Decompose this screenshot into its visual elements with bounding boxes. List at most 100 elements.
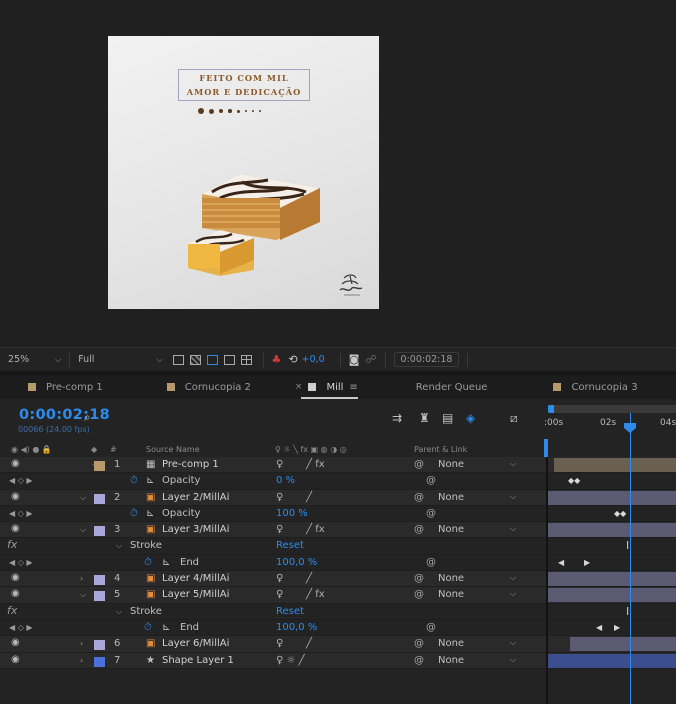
switches-header-icons[interactable]: ♀ ☼ ╲ fx ▣ ◍ ◑ ◎ <box>275 445 347 454</box>
layer-row[interactable]: ◉ ⌵ 2 ▣ Layer 2/MillAi ♀ ╱ @ None ⌵ <box>0 489 676 506</box>
chevron-down-icon[interactable]: ⌵ <box>80 493 86 503</box>
chevron-down-icon[interactable]: ⌵ <box>116 607 122 617</box>
chevron-right-icon[interactable]: › <box>80 656 83 665</box>
shy-switch-icon[interactable]: ♀ ☼ ╱ <box>276 655 305 666</box>
pick-whip-icon[interactable]: @ <box>414 492 424 503</box>
layer-name[interactable]: Shape Layer 1 <box>162 655 234 666</box>
property-value[interactable]: 100,0 % <box>276 557 317 568</box>
pick-whip-icon[interactable]: @ <box>414 638 424 649</box>
layer-row[interactable]: ◉ › 4 ▣ Layer 4/MillAi ♀ ╱ @ None ⌵ <box>0 571 676 588</box>
show-snapshot-icon[interactable]: ☍ <box>365 353 376 366</box>
property-row[interactable]: ◀ ◇ ▶ ⏱ ⊾ Opacity 0 % @ ◆◆ <box>0 473 676 490</box>
label-color-swatch[interactable] <box>94 461 105 471</box>
eye-icon[interactable]: ◉ <box>11 637 20 648</box>
snapshot-icon[interactable]: ◙ <box>349 353 360 366</box>
pick-whip-icon[interactable]: @ <box>426 557 436 568</box>
layer-track[interactable] <box>548 522 676 538</box>
chevron-down-icon[interactable]: ⌵ <box>80 590 86 600</box>
draft-3d-icon[interactable]: ♜ <box>419 411 430 425</box>
grid-icon[interactable] <box>240 354 252 365</box>
label-color-swatch[interactable] <box>94 493 105 504</box>
quality-switch-icon[interactable]: ╱ fx <box>306 524 325 535</box>
chevron-down-icon[interactable]: ⌵ <box>116 541 122 551</box>
label-color-swatch[interactable] <box>94 526 105 537</box>
chevron-down-icon[interactable]: ⌵ <box>510 573 516 583</box>
current-time-indicator[interactable] <box>630 413 631 704</box>
label-color-swatch[interactable] <box>94 575 105 586</box>
parent-dropdown-value[interactable]: None <box>438 638 464 649</box>
layer-name[interactable]: Layer 6/MillAi <box>162 638 229 649</box>
property-track[interactable]: ◀ ▶ <box>548 620 676 636</box>
pick-whip-icon[interactable]: @ <box>414 655 424 666</box>
chevron-right-icon[interactable]: › <box>80 574 83 583</box>
pick-whip-icon[interactable]: @ <box>414 459 424 470</box>
chevron-down-icon[interactable]: ⌵ <box>510 524 516 534</box>
layer-search-input[interactable] <box>100 411 380 427</box>
property-row[interactable]: ◀ ◇ ▶ ⏱ ⊾ End 100,0 % @ ◀ ▶ <box>0 555 676 572</box>
property-value[interactable]: 100 % <box>276 508 308 519</box>
composition-canvas[interactable]: FEITO COM MIL AMOR E DEDICAÇÃO <box>108 36 379 309</box>
property-row[interactable]: ◀ ◇ ▶ ⏱ ⊾ Opacity 100 % @ ◆◆ <box>0 506 676 523</box>
menu-icon[interactable]: ≡ <box>349 382 357 393</box>
shy-switch-icon[interactable]: ♀ <box>276 573 283 584</box>
layer-duration-bar[interactable] <box>554 458 676 472</box>
graph-icon[interactable]: ⊾ <box>146 475 154 486</box>
keyframe-navigator-icon[interactable]: ◀ ◇ ▶ <box>9 558 33 567</box>
layer-duration-bar[interactable] <box>548 523 676 538</box>
effect-reset-link[interactable]: Reset <box>276 606 304 617</box>
shy-switch-icon[interactable]: ♀ <box>276 492 283 503</box>
tab-cornucopia-2[interactable]: Cornucopia 2 <box>113 375 261 399</box>
keyframe-navigator-icon[interactable]: ◀ ◇ ▶ <box>9 509 33 518</box>
quality-switch-icon[interactable]: ╱ fx <box>306 459 325 470</box>
parent-dropdown-value[interactable]: None <box>438 589 464 600</box>
work-area-start-handle[interactable] <box>548 405 554 413</box>
work-area-start-marker[interactable] <box>544 439 548 457</box>
layer-name[interactable]: Layer 2/MillAi <box>162 492 229 503</box>
tab-cornucopia-3[interactable]: Cornucopia 3 <box>497 375 647 399</box>
stopwatch-icon[interactable]: ⏱ <box>144 622 152 633</box>
color-channels-icon[interactable]: ♣ <box>272 353 282 366</box>
viewer-timecode[interactable]: 0:00:02:18 <box>393 352 460 367</box>
parent-dropdown-value[interactable]: None <box>438 655 464 666</box>
shy-switch-icon[interactable]: ♀ <box>276 638 283 649</box>
label-color-swatch[interactable] <box>94 591 105 602</box>
transparency-grid-icon[interactable] <box>189 354 201 365</box>
pick-whip-icon[interactable]: @ <box>414 589 424 600</box>
graph-editor-icon[interactable]: ⧄ <box>510 411 518 426</box>
keyframe-navigator-icon[interactable]: ◀ ◇ ▶ <box>9 623 33 632</box>
quality-switch-icon[interactable]: ╱ fx <box>306 589 325 600</box>
layer-name[interactable]: Pre-comp 1 <box>162 459 219 470</box>
chevron-down-icon[interactable]: ⌵ <box>510 589 516 599</box>
keyframe-navigator-icon[interactable]: ◀ ◇ ▶ <box>9 476 33 485</box>
chevron-right-icon[interactable]: › <box>80 639 83 648</box>
chevron-down-icon[interactable]: ⌵ <box>510 638 516 648</box>
eye-icon[interactable]: ◉ <box>11 654 20 665</box>
graph-icon[interactable]: ⊾ <box>146 508 154 519</box>
eye-icon[interactable]: ◉ <box>11 491 20 502</box>
graph-icon[interactable]: ⊾ <box>162 622 170 633</box>
eye-icon[interactable]: ◉ <box>11 572 20 583</box>
layer-row[interactable]: ◉ › 7 ★ Shape Layer 1 ♀ ☼ ╱ @ None ⌵ <box>0 652 676 669</box>
panel-divider[interactable] <box>546 455 548 704</box>
quality-switch-icon[interactable]: ╱ <box>306 573 312 584</box>
av-features-header-icon[interactable]: ◉ ◀) ● 🔒 <box>11 445 52 454</box>
chevron-down-icon[interactable]: ⌵ <box>510 459 516 469</box>
property-value[interactable]: 100,0 % <box>276 622 317 633</box>
layer-row[interactable]: ◉ ⌵ 5 ▣ Layer 5/MillAi ♀ ╱ fx @ None ⌵ <box>0 587 676 604</box>
layer-row[interactable]: ◉ › 6 ▣ Layer 6/MillAi ♀ ╱ @ None ⌵ <box>0 636 676 653</box>
quality-switch-icon[interactable]: ╱ <box>306 492 312 503</box>
frame-blending-icon[interactable]: ▤ <box>442 411 453 425</box>
chevron-down-icon[interactable]: ⌵ <box>510 492 516 502</box>
layer-track[interactable] <box>548 636 676 652</box>
property-track[interactable]: ◀ ▶ <box>548 555 676 571</box>
shy-switch-icon[interactable]: ♀ <box>276 589 283 600</box>
shy-switch-icon[interactable]: ♀ <box>276 459 283 470</box>
pick-whip-icon[interactable]: @ <box>426 622 436 633</box>
parent-link-header[interactable]: Parent & Link <box>414 445 467 454</box>
property-track[interactable]: ◆◆ <box>548 473 676 489</box>
eye-icon[interactable]: ◉ <box>11 458 20 469</box>
stopwatch-icon[interactable]: ⏱ <box>130 475 138 486</box>
region-of-interest-icon[interactable] <box>172 354 184 365</box>
eye-icon[interactable]: ◉ <box>11 588 20 599</box>
quality-switch-icon[interactable]: ╱ <box>306 638 312 649</box>
